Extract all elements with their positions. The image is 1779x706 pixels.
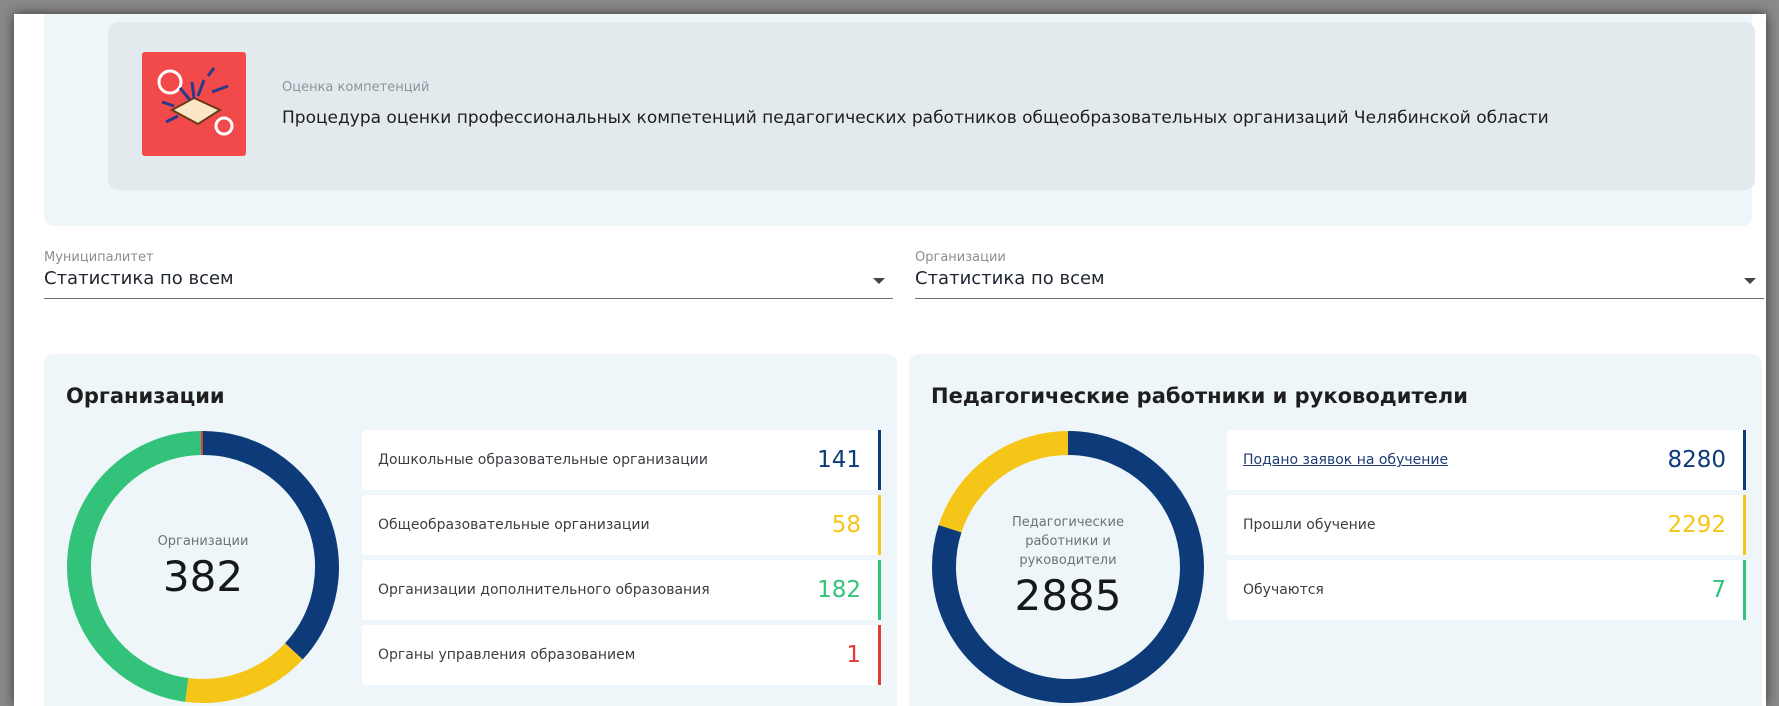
organizations-donut-chart: Организации 382 [66,430,340,704]
book-logo-icon [142,52,246,156]
chevron-down-icon[interactable] [873,278,885,284]
organizations-stat-color-bar [878,560,881,620]
teachers-donut-caption: Педагогические работники и руководители [1012,514,1124,568]
teachers-stat-row: Обучаются 7 [1227,560,1746,620]
organizations-stat-row: Общеобразовательные организации 58 [362,495,881,555]
header-card: Оценка компетенций Процедура оценки проф… [44,14,1755,226]
teachers-stat-label: Прошли обучение [1243,517,1376,533]
teachers-panel-title: Педагогические работники и руководители [931,384,1468,408]
organizations-donut-total: 382 [162,551,244,601]
teachers-donut-total: 2885 [1014,570,1122,620]
organizations-panel-title: Организации [66,384,225,408]
organizations-value[interactable]: Статистика по всем [915,268,1105,289]
organizations-select[interactable]: Организации Статистика по всем [915,250,1764,308]
teachers-donut-chart: Педагогические работники и руководители … [931,430,1205,704]
teachers-stat-label: Обучаются [1243,582,1324,598]
organizations-stat-row: Органы управления образованием 1 [362,625,881,685]
chevron-down-icon[interactable] [1744,278,1756,284]
organizations-stat-value: 141 [817,447,861,473]
teachers-stat-color-bar [1743,495,1746,555]
organizations-stat-label: Дошкольные образовательные организации [378,452,708,468]
organizations-stat-value: 182 [817,577,861,603]
organizations-underline [915,298,1764,299]
organizations-stat-color-bar [878,430,881,490]
organizations-stat-label: Общеобразовательные организации [378,517,650,533]
teachers-stat-value: 8280 [1667,447,1726,473]
teachers-stat-list: Подано заявок на обучение 8280 Прошли обуч… [1227,430,1746,625]
teachers-stat-value: 2292 [1667,512,1726,538]
organizations-donut-caption: Организации [157,533,249,549]
municipality-label: Муниципалитет [44,250,154,265]
organizations-stat-value: 58 [831,512,861,538]
municipality-value[interactable]: Статистика по всем [44,268,234,289]
teachers-stat-row: Прошли обучение 2292 [1227,495,1746,555]
organizations-panel: Организации Организации 382 Дошкольные о… [44,354,897,706]
organizations-stat-row: Организации дополнительного образования 1… [362,560,881,620]
municipality-select[interactable]: Муниципалитет Статистика по всем [44,250,893,308]
organizations-donut-center: Организации 382 [66,430,340,704]
teachers-donut-center: Педагогические работники и руководители … [931,430,1205,704]
municipality-underline [44,298,893,299]
banner-title: Процедура оценки профессиональных компет… [282,108,1549,128]
procedure-banner[interactable]: Оценка компетенций Процедура оценки проф… [108,22,1755,190]
teachers-stat-link[interactable]: Подано заявок на обучение [1243,430,1448,490]
organizations-stat-list: Дошкольные образовательные организации 14… [362,430,881,690]
page-frame: Оценка компетенций Процедура оценки проф… [14,14,1766,706]
organizations-stat-value: 1 [846,642,861,668]
teachers-stat-row[interactable]: Подано заявок на обучение 8280 [1227,430,1746,490]
teachers-stat-value: 7 [1711,577,1726,603]
banner-caption: Оценка компетенций [282,80,430,95]
organizations-stat-color-bar [878,625,881,685]
teachers-stat-color-bar [1743,560,1746,620]
organizations-stat-row: Дошкольные образовательные организации 14… [362,430,881,490]
organizations-stat-label: Органы управления образованием [378,647,636,663]
organizations-stat-label: Организации дополнительного образования [378,582,710,598]
organizations-stat-color-bar [878,495,881,555]
teachers-stat-color-bar [1743,430,1746,490]
organizations-label: Организации [915,250,1006,265]
teachers-panel: Педагогические работники и руководители … [909,354,1762,706]
